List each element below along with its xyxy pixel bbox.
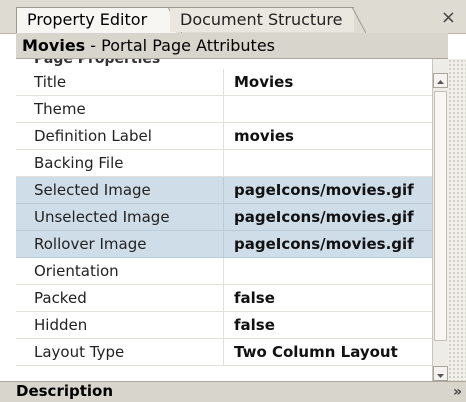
property-value[interactable]: [224, 150, 432, 176]
chevron-down-icon[interactable]: »: [453, 383, 462, 401]
scroll-down-button[interactable]: [433, 366, 448, 381]
description-label: Description: [16, 382, 114, 400]
property-name: Layout Type: [16, 339, 224, 365]
property-row[interactable]: Rollover Image pageIcons/movies.gif: [16, 231, 432, 258]
property-value[interactable]: movies: [224, 123, 432, 149]
property-row[interactable]: Title Movies: [16, 69, 432, 96]
property-row[interactable]: Hidden false: [16, 312, 432, 339]
property-row[interactable]: Backing File: [16, 150, 432, 177]
property-row[interactable]: Unselected Image pageIcons/movies.gif: [16, 204, 432, 231]
property-name: Theme: [16, 96, 224, 122]
property-name: Unselected Image: [16, 204, 224, 230]
property-grid: Title Movies Theme Definition Label movies Ba…: [16, 69, 432, 366]
property-name: Rollover Image: [16, 231, 224, 257]
property-name: Definition Label: [16, 123, 224, 149]
property-row[interactable]: Selected Image pageIcons/movies.gif: [16, 177, 432, 204]
property-name: Packed: [16, 285, 224, 311]
page-title: Movies - Portal Page Attributes: [16, 33, 448, 59]
property-value[interactable]: [224, 96, 432, 122]
page-subtitle: - Portal Page Attributes: [85, 36, 276, 55]
property-value[interactable]: false: [224, 285, 432, 311]
property-name: Hidden: [16, 312, 224, 338]
tab-property-editor[interactable]: Property Editor: [16, 7, 176, 34]
property-name: Title: [16, 69, 224, 95]
page-name: Movies: [22, 36, 86, 55]
arrow-up-icon: [437, 80, 444, 84]
property-value[interactable]: pageIcons/movies.gif: [224, 204, 432, 230]
property-name: Backing File: [16, 150, 224, 176]
property-name: Selected Image: [16, 177, 224, 203]
property-value[interactable]: pageIcons/movies.gif: [224, 231, 432, 257]
property-row[interactable]: Theme: [16, 96, 432, 123]
close-icon[interactable]: ×: [441, 8, 456, 28]
property-value[interactable]: [224, 258, 432, 284]
scroll-thumb[interactable]: [434, 91, 447, 341]
tab-bar: Property Editor Document Structure ×: [0, 0, 466, 34]
description-section[interactable]: Description »: [0, 381, 466, 402]
property-row[interactable]: Definition Label movies: [16, 123, 432, 150]
section-header-page-properties[interactable]: Page Properties: [16, 59, 432, 69]
property-value[interactable]: Two Column Layout: [224, 339, 432, 365]
panel-gripper: [448, 59, 466, 381]
section-label: Page Properties: [34, 59, 161, 67]
tab-document-structure[interactable]: Document Structure: [170, 7, 354, 32]
property-name: Orientation: [16, 258, 224, 284]
scroll-up-button[interactable]: [433, 73, 448, 88]
property-row[interactable]: Orientation: [16, 258, 432, 285]
property-value[interactable]: false: [224, 312, 432, 338]
property-value[interactable]: pageIcons/movies.gif: [224, 177, 432, 203]
vertical-scrollbar[interactable]: [432, 59, 448, 381]
property-value[interactable]: Movies: [224, 69, 432, 95]
property-row[interactable]: Layout Type Two Column Layout: [16, 339, 432, 366]
property-row[interactable]: Packed false: [16, 285, 432, 312]
tab-edge-icon: [352, 7, 366, 33]
